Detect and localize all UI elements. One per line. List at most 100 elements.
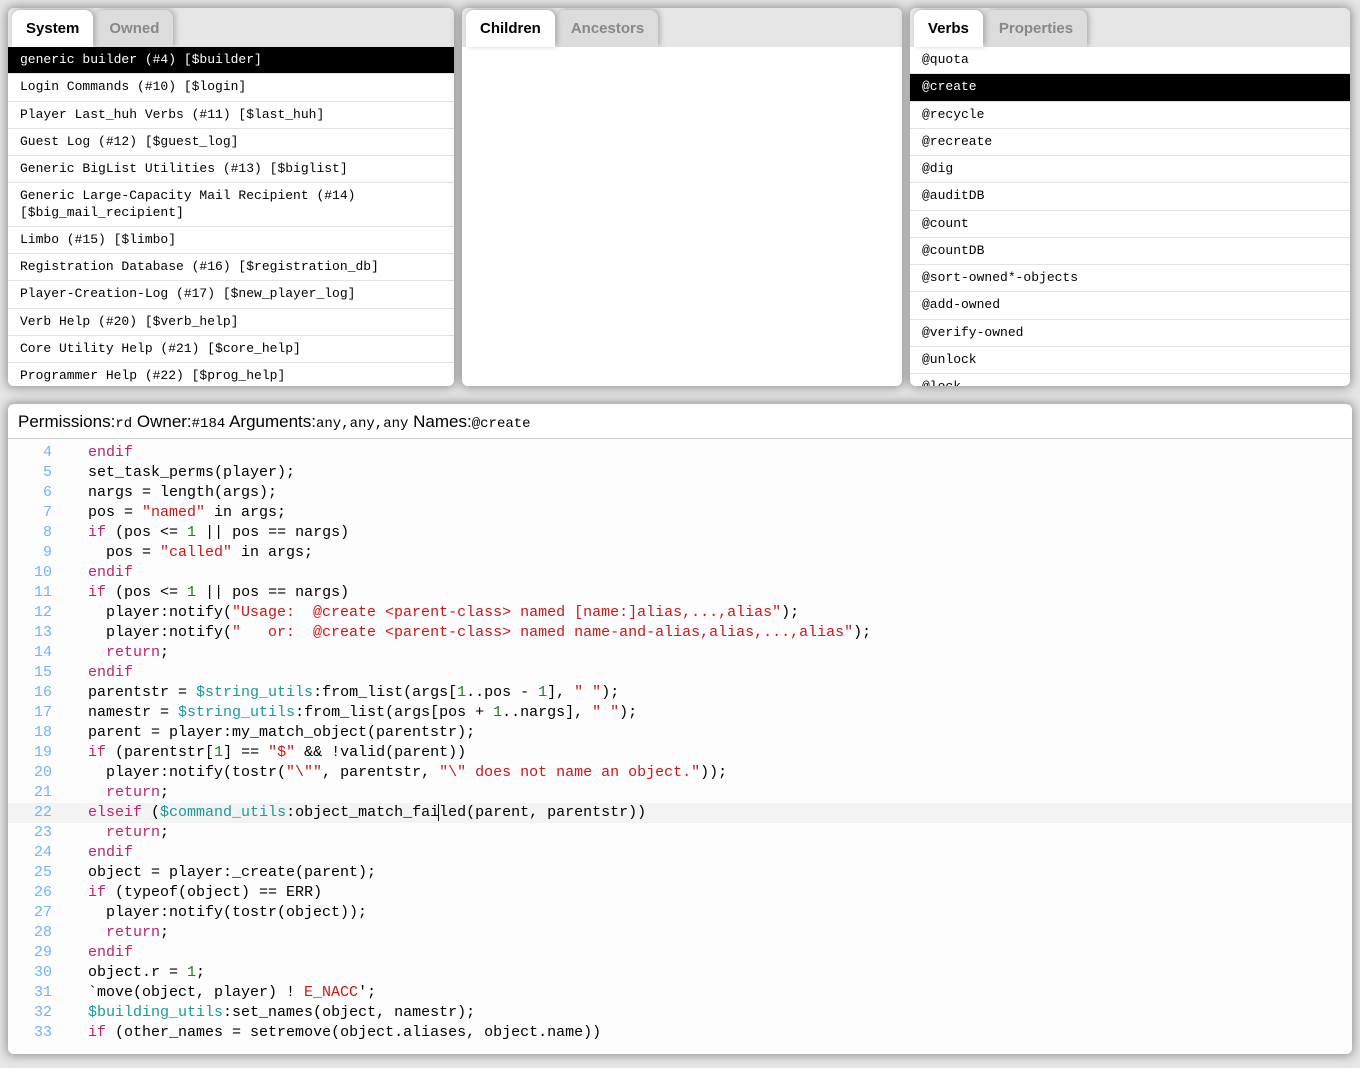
code-content[interactable]: player:notify(tostr(object));: [70, 903, 1352, 923]
code-content[interactable]: pos = "named" in args;: [70, 503, 1352, 523]
code-line[interactable]: 15 endif: [8, 663, 1352, 683]
list-item[interactable]: Guest Log (#12) [$guest_log]: [8, 129, 454, 156]
code-line[interactable]: 13 player:notify(" or: @create <parent-c…: [8, 623, 1352, 643]
list-item[interactable]: Limbo (#15) [$limbo]: [8, 227, 454, 254]
code-line[interactable]: 14 return;: [8, 643, 1352, 663]
code-line[interactable]: 17 namestr = $string_utils:from_list(arg…: [8, 703, 1352, 723]
list-item[interactable]: @verify-owned: [910, 320, 1350, 347]
code-line[interactable]: 6 nargs = length(args);: [8, 483, 1352, 503]
code-content[interactable]: player:notify(tostr("\"", parentstr, "\"…: [70, 763, 1352, 783]
code-line[interactable]: 26 if (typeof(object) == ERR): [8, 883, 1352, 903]
code-content[interactable]: endif: [70, 663, 1352, 683]
list-item[interactable]: @quota: [910, 47, 1350, 74]
code-content[interactable]: return;: [70, 643, 1352, 663]
code-content[interactable]: object.r = 1;: [70, 963, 1352, 983]
code-line[interactable]: 7 pos = "named" in args;: [8, 503, 1352, 523]
code-content[interactable]: parent = player:my_match_object(parentst…: [70, 723, 1352, 743]
line-number: 24: [8, 843, 70, 863]
code-content[interactable]: if (other_names = setremove(object.alias…: [70, 1023, 1352, 1043]
list-item[interactable]: @unlock: [910, 347, 1350, 374]
code-content[interactable]: return;: [70, 923, 1352, 943]
code-line[interactable]: 22 elseif ($command_utils:object_match_f…: [8, 803, 1352, 823]
list-item[interactable]: @auditDB: [910, 183, 1350, 210]
list-item[interactable]: Generic Large-Capacity Mail Recipient (#…: [8, 183, 454, 227]
relations-list[interactable]: [462, 47, 902, 386]
code-content[interactable]: $building_utils:set_names(object, namest…: [70, 1003, 1352, 1023]
code-content[interactable]: namestr = $string_utils:from_list(args[p…: [70, 703, 1352, 723]
relations-tab-ancestors[interactable]: Ancestors: [557, 10, 658, 47]
code-content[interactable]: object = player:_create(parent);: [70, 863, 1352, 883]
code-line[interactable]: 8 if (pos <= 1 || pos == nargs): [8, 523, 1352, 543]
code-line[interactable]: 29 endif: [8, 943, 1352, 963]
code-line[interactable]: 32 $building_utils:set_names(object, nam…: [8, 1003, 1352, 1023]
code-line[interactable]: 20 player:notify(tostr("\"", parentstr, …: [8, 763, 1352, 783]
code-content[interactable]: elseif ($command_utils:object_match_fail…: [70, 803, 1352, 823]
list-item[interactable]: @recycle: [910, 102, 1350, 129]
members-list[interactable]: @quota@create@recycle@recreate@dig@audit…: [910, 47, 1350, 386]
code-content[interactable]: pos = "called" in args;: [70, 543, 1352, 563]
list-item[interactable]: @countDB: [910, 238, 1350, 265]
objects-tab-owned[interactable]: Owned: [95, 10, 173, 47]
code-line[interactable]: 12 player:notify("Usage: @create <parent…: [8, 603, 1352, 623]
code-content[interactable]: endif: [70, 563, 1352, 583]
list-item[interactable]: Verb Help (#20) [$verb_help]: [8, 309, 454, 336]
list-item[interactable]: @dig: [910, 156, 1350, 183]
code-content[interactable]: if (pos <= 1 || pos == nargs): [70, 523, 1352, 543]
permissions-value: rd: [115, 416, 132, 432]
code-line[interactable]: 19 if (parentstr[1] == "$" && !valid(par…: [8, 743, 1352, 763]
list-item[interactable]: Programmer Help (#22) [$prog_help]: [8, 363, 454, 386]
code-content[interactable]: return;: [70, 823, 1352, 843]
list-item[interactable]: Player Last_huh Verbs (#11) [$last_huh]: [8, 102, 454, 129]
code-line[interactable]: 11 if (pos <= 1 || pos == nargs): [8, 583, 1352, 603]
names-label: Names:: [413, 412, 472, 431]
code-content[interactable]: endif: [70, 943, 1352, 963]
list-item[interactable]: Generic BigList Utilities (#13) [$biglis…: [8, 156, 454, 183]
list-item[interactable]: @recreate: [910, 129, 1350, 156]
code-line[interactable]: 18 parent = player:my_match_object(paren…: [8, 723, 1352, 743]
code-line[interactable]: 28 return;: [8, 923, 1352, 943]
code-line[interactable]: 31 `move(object, player) ! E_NACC';: [8, 983, 1352, 1003]
list-item[interactable]: @sort-owned*-objects: [910, 265, 1350, 292]
list-item[interactable]: @count: [910, 211, 1350, 238]
code-line[interactable]: 4 endif: [8, 443, 1352, 463]
code-content[interactable]: set_task_perms(player);: [70, 463, 1352, 483]
list-item[interactable]: @lock: [910, 374, 1350, 386]
code-content[interactable]: if (pos <= 1 || pos == nargs): [70, 583, 1352, 603]
line-number: 21: [8, 783, 70, 803]
code-content[interactable]: player:notify("Usage: @create <parent-cl…: [70, 603, 1352, 623]
objects-tab-system[interactable]: System: [12, 10, 93, 47]
relations-tab-children[interactable]: Children: [466, 10, 555, 47]
code-line[interactable]: 5 set_task_perms(player);: [8, 463, 1352, 483]
relations-tabbar: ChildrenAncestors: [462, 8, 902, 47]
code-line[interactable]: 33 if (other_names = setremove(object.al…: [8, 1023, 1352, 1043]
code-content[interactable]: player:notify(" or: @create <parent-clas…: [70, 623, 1352, 643]
code-content[interactable]: if (parentstr[1] == "$" && !valid(parent…: [70, 743, 1352, 763]
list-item[interactable]: generic builder (#4) [$builder]: [8, 47, 454, 74]
code-content[interactable]: endif: [70, 843, 1352, 863]
code-line[interactable]: 9 pos = "called" in args;: [8, 543, 1352, 563]
code-line[interactable]: 30 object.r = 1;: [8, 963, 1352, 983]
code-content[interactable]: `move(object, player) ! E_NACC';: [70, 983, 1352, 1003]
list-item[interactable]: Registration Database (#16) [$registrati…: [8, 254, 454, 281]
code-content[interactable]: endif: [70, 443, 1352, 463]
code-content[interactable]: return;: [70, 783, 1352, 803]
code-line[interactable]: 16 parentstr = $string_utils:from_list(a…: [8, 683, 1352, 703]
members-tab-properties[interactable]: Properties: [985, 10, 1087, 47]
list-item[interactable]: Core Utility Help (#21) [$core_help]: [8, 336, 454, 363]
code-content[interactable]: if (typeof(object) == ERR): [70, 883, 1352, 903]
list-item[interactable]: @add-owned: [910, 292, 1350, 319]
code-line[interactable]: 10 endif: [8, 563, 1352, 583]
objects-list[interactable]: generic builder (#4) [$builder]Login Com…: [8, 47, 454, 386]
code-line[interactable]: 24 endif: [8, 843, 1352, 863]
code-line[interactable]: 21 return;: [8, 783, 1352, 803]
list-item[interactable]: Login Commands (#10) [$login]: [8, 74, 454, 101]
list-item[interactable]: Player-Creation-Log (#17) [$new_player_l…: [8, 281, 454, 308]
code-content[interactable]: nargs = length(args);: [70, 483, 1352, 503]
code-line[interactable]: 27 player:notify(tostr(object));: [8, 903, 1352, 923]
code-line[interactable]: 25 object = player:_create(parent);: [8, 863, 1352, 883]
code-content[interactable]: parentstr = $string_utils:from_list(args…: [70, 683, 1352, 703]
members-tab-verbs[interactable]: Verbs: [914, 10, 983, 47]
list-item[interactable]: @create: [910, 74, 1350, 101]
code-line[interactable]: 23 return;: [8, 823, 1352, 843]
code-editor[interactable]: 4 endif5 set_task_perms(player);6 nargs …: [8, 439, 1352, 1054]
